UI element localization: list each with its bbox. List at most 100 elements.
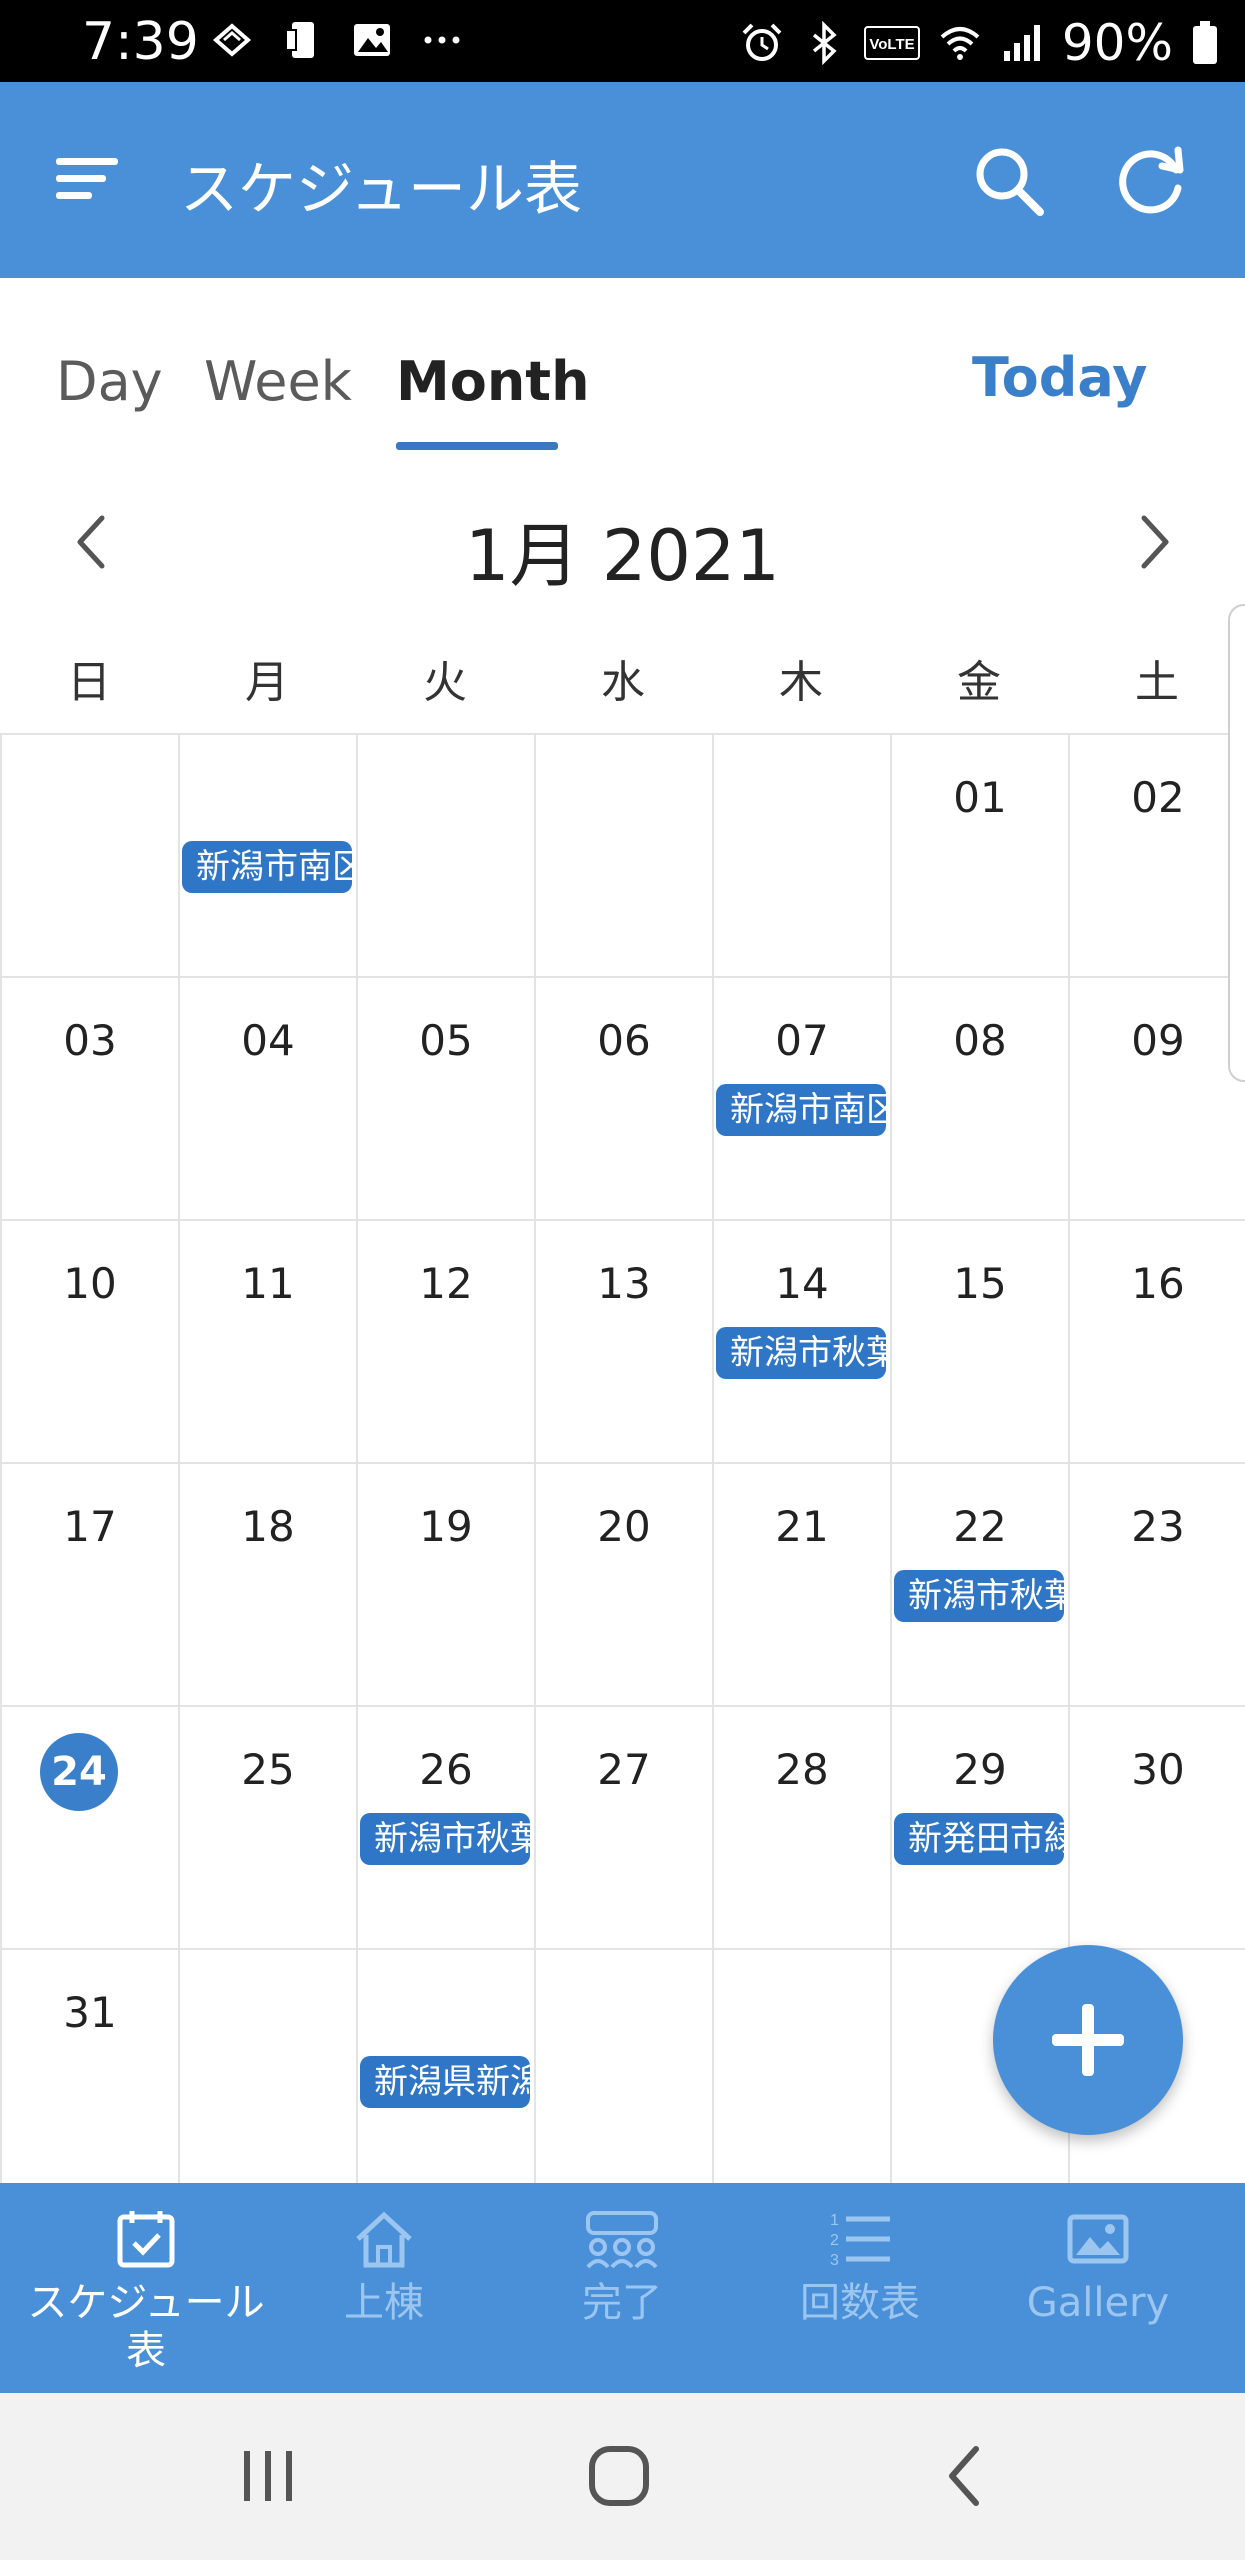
day-number: 14 xyxy=(775,1259,829,1308)
calendar-day-cell[interactable]: 01 xyxy=(890,733,1068,976)
signal-icon xyxy=(1003,25,1040,61)
status-bar: 7:39 VoLTE 90% xyxy=(0,0,1245,82)
nav-label: Gallery xyxy=(1026,2280,1170,2326)
calendar-day-cell[interactable]: 04 xyxy=(178,976,356,1219)
weekday-label: 日 xyxy=(67,657,111,708)
image-icon xyxy=(1067,2214,1129,2264)
refresh-icon[interactable] xyxy=(1112,140,1192,220)
nav-item-gallery[interactable]: Gallery xyxy=(979,2207,1217,2327)
day-number: 02 xyxy=(1131,773,1185,822)
calendar-day-cell[interactable]: 08 xyxy=(890,976,1068,1219)
event-chip[interactable]: 新潟市秋葉区 xyxy=(716,1327,886,1379)
event-chip[interactable]: 新潟県新潟市 xyxy=(360,2056,530,2108)
numbered-list-icon: 1 2 3 xyxy=(830,2212,890,2269)
day-number: 28 xyxy=(775,1745,829,1794)
calendar-day-cell[interactable] xyxy=(0,733,178,976)
nav-item-schedule[interactable]: スケジュール 表 xyxy=(27,2207,265,2375)
day-number: 01 xyxy=(953,773,1007,822)
tab-week[interactable]: Week xyxy=(204,350,352,413)
day-number: 13 xyxy=(597,1259,651,1308)
event-chip[interactable]: 新潟市南区 xyxy=(716,1084,886,1136)
calendar-day-cell[interactable]: 20 xyxy=(534,1462,712,1705)
image-icon xyxy=(354,24,390,56)
calendar-day-cell[interactable]: 25 xyxy=(178,1705,356,1948)
more-icon xyxy=(424,36,460,44)
calendar-day-cell[interactable]: 13 xyxy=(534,1219,712,1462)
calendar-day-cell[interactable]: 16 xyxy=(1068,1219,1245,1462)
day-number: 22 xyxy=(953,1502,1007,1551)
day-number: 16 xyxy=(1131,1259,1185,1308)
calendar-day-cell[interactable] xyxy=(178,1948,356,2183)
calendar-day-cell[interactable]: 24 xyxy=(0,1705,178,1948)
weekday-label: 土 xyxy=(1135,657,1179,708)
day-number: 20 xyxy=(597,1502,651,1551)
day-number: 05 xyxy=(419,1016,473,1065)
calendar-day-cell[interactable] xyxy=(534,1948,712,2183)
chevron-right-icon[interactable] xyxy=(1128,510,1180,574)
calendar-check-icon xyxy=(117,2211,175,2268)
calendar-day-cell[interactable]: 09 xyxy=(1068,976,1245,1219)
calendar-day-cell[interactable] xyxy=(534,733,712,976)
tab-month[interactable]: Month xyxy=(396,350,590,413)
calendar-day-cell[interactable] xyxy=(356,733,534,976)
calendar-day-cell[interactable]: 10 xyxy=(0,1219,178,1462)
calendar-day-cell[interactable]: 12 xyxy=(356,1219,534,1462)
battery-icon xyxy=(1193,21,1217,64)
day-number: 11 xyxy=(241,1259,295,1308)
event-chip[interactable]: 新潟市秋葉区 xyxy=(894,1570,1064,1622)
calendar-day-cell[interactable]: 05 xyxy=(356,976,534,1219)
weekday-label: 水 xyxy=(601,657,645,708)
nav-item-kaisuhyo[interactable]: 1 2 3 回数表 xyxy=(741,2207,979,2327)
today-button[interactable]: Today xyxy=(972,346,1147,409)
calendar-day-cell[interactable]: 02 xyxy=(1068,733,1245,976)
calendar-day-cell[interactable]: 11 xyxy=(178,1219,356,1462)
bottom-navigation: スケジュール 表 上棟 完了 1 2 3 回数表 Gallery xyxy=(0,2183,1245,2393)
calendar-day-cell[interactable]: 30 xyxy=(1068,1705,1245,1948)
alarm-icon xyxy=(742,23,782,61)
recents-icon[interactable] xyxy=(238,2441,298,2511)
svg-text:VoLTE: VoLTE xyxy=(869,36,914,53)
back-icon[interactable] xyxy=(940,2441,990,2511)
status-icons-left xyxy=(210,18,464,62)
day-number: 30 xyxy=(1131,1745,1185,1794)
nav-item-kanryo[interactable]: 完了 xyxy=(503,2207,741,2327)
calendar-day-cell[interactable]: 23 xyxy=(1068,1462,1245,1705)
event-chip[interactable]: 新発田市緑町 xyxy=(894,1813,1064,1865)
day-number: 12 xyxy=(419,1259,473,1308)
tab-day[interactable]: Day xyxy=(56,350,163,413)
calendar-day-cell[interactable]: 03 xyxy=(0,976,178,1219)
day-number: 06 xyxy=(597,1016,651,1065)
calendar-day-cell[interactable]: 15 xyxy=(890,1219,1068,1462)
event-chip[interactable]: 新潟市秋葉区 xyxy=(360,1813,530,1865)
day-number: 04 xyxy=(241,1016,295,1065)
app-bar: スケジュール表 xyxy=(0,82,1245,278)
calendar-day-cell[interactable]: 28 xyxy=(712,1705,890,1948)
svg-text:1: 1 xyxy=(830,2212,839,2229)
calendar-day-cell[interactable]: 31 xyxy=(0,1948,178,2183)
day-number: 29 xyxy=(953,1745,1007,1794)
calendar-day-cell[interactable]: 21 xyxy=(712,1462,890,1705)
calendar-day-cell[interactable]: 27 xyxy=(534,1705,712,1948)
day-number: 08 xyxy=(953,1016,1007,1065)
nav-label: スケジュール 表 xyxy=(27,2280,265,2374)
sort-menu-icon[interactable] xyxy=(52,144,122,214)
weekday-label: 火 xyxy=(423,657,467,708)
calendar-day-cell[interactable]: 06 xyxy=(534,976,712,1219)
day-number: 17 xyxy=(63,1502,117,1551)
edge-panel-handle[interactable] xyxy=(1228,604,1245,1082)
day-number: 19 xyxy=(419,1502,473,1551)
calendar-day-cell[interactable] xyxy=(712,1948,890,2183)
home-circle-icon[interactable] xyxy=(584,2441,654,2511)
weekday-label: 月 xyxy=(245,657,289,708)
day-number: 10 xyxy=(63,1259,117,1308)
calendar-day-cell[interactable] xyxy=(712,733,890,976)
volte-icon: VoLTE xyxy=(863,26,920,60)
nav-item-jotou[interactable]: 上棟 xyxy=(265,2207,503,2327)
search-icon[interactable] xyxy=(970,142,1046,218)
calendar-day-cell[interactable]: 18 xyxy=(178,1462,356,1705)
event-chip[interactable]: 新潟市南区 xyxy=(182,841,352,893)
home-icon xyxy=(356,2211,412,2268)
calendar-day-cell[interactable]: 17 xyxy=(0,1462,178,1705)
add-event-button[interactable] xyxy=(993,1945,1183,2135)
calendar-day-cell[interactable]: 19 xyxy=(356,1462,534,1705)
